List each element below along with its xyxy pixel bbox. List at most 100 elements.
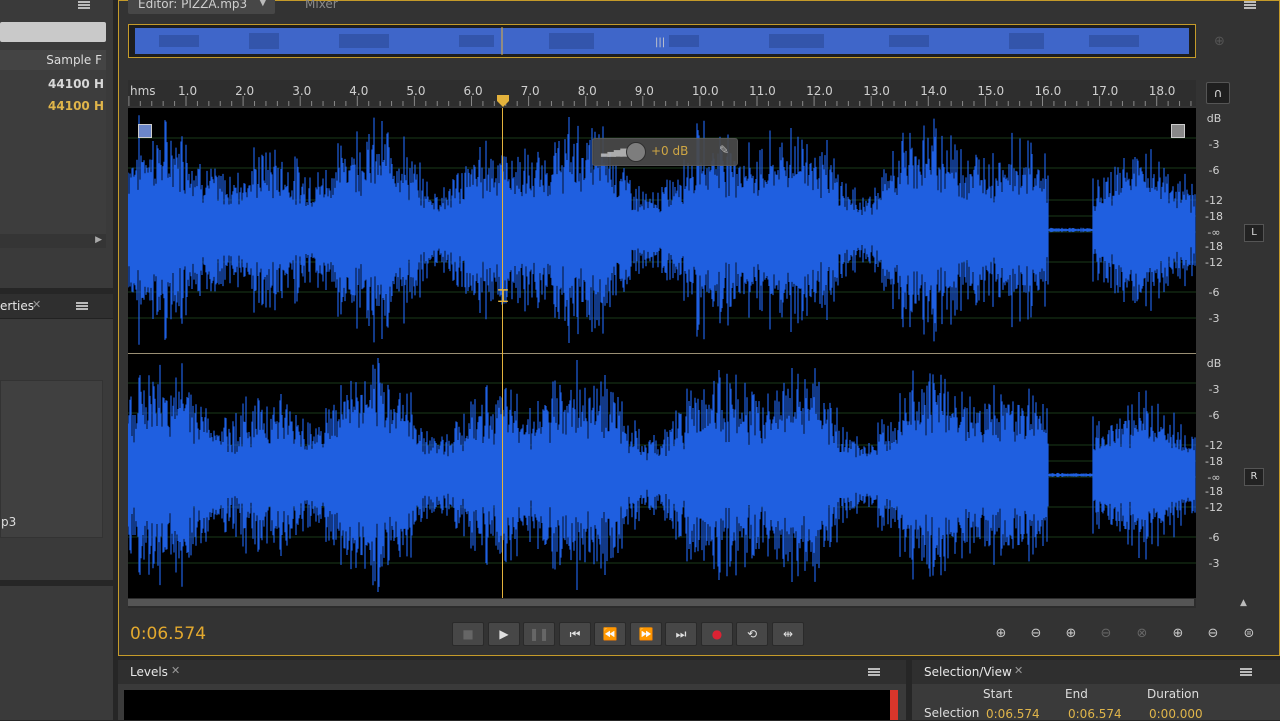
channel-left-button[interactable]: L bbox=[1244, 224, 1264, 242]
files-search-field[interactable] bbox=[0, 22, 106, 42]
properties-panel: erties ✕ p3 bbox=[0, 294, 113, 580]
tab-mixer[interactable]: Mixer bbox=[305, 0, 338, 11]
clip-indicator[interactable] bbox=[890, 690, 898, 720]
chevron-down-icon[interactable]: ▼ bbox=[259, 0, 267, 8]
selection-view-panel: Selection/View ✕ Start End Duration Sele… bbox=[912, 660, 1280, 721]
zoom-out-point-button[interactable]: ⊖ bbox=[1200, 624, 1226, 644]
zoom-out-time-button[interactable]: ⊖ bbox=[1093, 624, 1119, 644]
list-item[interactable]: 44100 H bbox=[0, 96, 106, 116]
end-column-header: End bbox=[1065, 687, 1088, 701]
start-column-header: Start bbox=[983, 687, 1013, 701]
waveform-channel bbox=[128, 358, 1196, 592]
waveform-display[interactable]: Ɪ bbox=[128, 108, 1196, 598]
left-bottom-filler bbox=[0, 586, 113, 720]
scrollbar-thumb[interactable] bbox=[128, 599, 1194, 606]
panel-menu-icon[interactable] bbox=[76, 301, 90, 311]
loop-playback-button[interactable]: ⟲ bbox=[736, 622, 768, 646]
scroll-up-icon[interactable]: ▲ bbox=[1240, 598, 1247, 608]
pin-icon[interactable]: ✎ bbox=[719, 143, 729, 157]
zoom-navigator-icon[interactable]: ⊕ bbox=[1214, 34, 1225, 49]
scroll-right-icon[interactable]: ▶ bbox=[95, 235, 102, 245]
current-time-display[interactable]: 0:06.574 bbox=[130, 624, 206, 644]
zoom-in-time-button[interactable]: ⊕ bbox=[1058, 624, 1084, 644]
files-list: 44100 H 44100 H bbox=[0, 70, 106, 240]
pause-button[interactable]: ❚❚ bbox=[523, 622, 555, 646]
selection-end-value[interactable]: 0:06.574 bbox=[1068, 707, 1122, 721]
close-icon[interactable]: ✕ bbox=[171, 664, 180, 677]
ruler-tick-label: 6.0 bbox=[463, 84, 483, 98]
db-scale-label: -12 bbox=[1205, 256, 1223, 269]
tab-properties[interactable]: erties bbox=[0, 299, 34, 313]
channel-right-button[interactable]: R bbox=[1244, 468, 1264, 486]
files-column-header[interactable]: Sample F bbox=[0, 50, 106, 71]
editor-tab[interactable]: Editor: PIZZA.mp3 ▼ bbox=[128, 0, 275, 14]
db-scale-label: -∞ bbox=[1207, 226, 1221, 239]
db-scale-label: -3 bbox=[1208, 383, 1220, 396]
left-fade-handle-icon[interactable] bbox=[138, 124, 152, 138]
editor-menu-icon[interactable] bbox=[1244, 0, 1258, 10]
list-item[interactable]: 44100 H bbox=[0, 74, 106, 94]
files-horizontal-scrollbar[interactable]: ▶ bbox=[0, 234, 106, 248]
selection-duration-value[interactable]: 0:00.000 bbox=[1149, 707, 1203, 721]
db-scale-label: -6 bbox=[1208, 286, 1220, 299]
skip-selection-button[interactable]: ⇹ bbox=[772, 622, 804, 646]
snap-toggle-button[interactable]: ∩ bbox=[1206, 82, 1230, 104]
go-to-start-button[interactable]: ⏮ bbox=[559, 622, 591, 646]
properties-header: erties ✕ bbox=[0, 294, 113, 319]
db-scale-label: -18 bbox=[1205, 240, 1223, 253]
ruler-tick-label: 11.0 bbox=[749, 84, 776, 98]
zoom-out-amplitude-button[interactable]: ⊖ bbox=[1023, 624, 1049, 644]
ruler-tick-label: 18.0 bbox=[1148, 84, 1176, 98]
db-scale-label: -∞ bbox=[1207, 471, 1221, 484]
sample-rate-value: 44100 H bbox=[48, 99, 104, 113]
fast-forward-button[interactable]: ⏩ bbox=[630, 622, 662, 646]
channel-divider bbox=[128, 353, 1196, 354]
db-scale-label: -3 bbox=[1208, 557, 1220, 570]
hud-gain-control[interactable]: ▂▃▄▅ +0 dB ✎ bbox=[592, 138, 738, 166]
zoom-in-amplitude-button[interactable]: ⊕ bbox=[988, 624, 1014, 644]
db-scale-label: -12 bbox=[1205, 501, 1223, 514]
selection-start-value[interactable]: 0:06.574 bbox=[986, 707, 1040, 721]
duration-column-header: Duration bbox=[1147, 687, 1200, 701]
zoom-in-point-button[interactable]: ⊕ bbox=[1165, 624, 1191, 644]
go-to-end-button[interactable]: ⏭ bbox=[665, 622, 697, 646]
gain-knob[interactable] bbox=[626, 142, 646, 162]
horizontal-scrollbar[interactable] bbox=[128, 598, 1196, 608]
record-button[interactable]: ● bbox=[701, 622, 733, 646]
svg-text:|||: ||| bbox=[655, 37, 665, 48]
play-button[interactable]: ▶ bbox=[488, 622, 520, 646]
overview-waveform: ||| bbox=[135, 27, 1189, 55]
gain-value[interactable]: +0 dB bbox=[651, 144, 688, 158]
ruler-tick-label: 15.0 bbox=[977, 84, 1005, 98]
ruler-tick-label: 16.0 bbox=[1034, 84, 1062, 98]
right-fade-handle-icon[interactable] bbox=[1171, 124, 1185, 138]
levels-header: Levels ✕ bbox=[118, 660, 906, 684]
panel-menu-icon[interactable] bbox=[868, 667, 882, 677]
panel-menu-icon[interactable] bbox=[1240, 667, 1254, 677]
selection-row-label: Selection bbox=[924, 706, 980, 720]
panel-menu-icon[interactable] bbox=[78, 0, 92, 10]
ruler-tick-label: 13.0 bbox=[863, 84, 890, 98]
ruler-tick-label: 9.0 bbox=[634, 84, 654, 98]
close-icon[interactable]: ✕ bbox=[1014, 664, 1023, 677]
text-cursor-icon: Ɪ bbox=[498, 286, 509, 307]
db-scale-label: -12 bbox=[1205, 194, 1223, 207]
db-scale-label: dB bbox=[1206, 357, 1222, 370]
properties-box: p3 bbox=[0, 380, 103, 538]
rewind-button[interactable]: ⏪ bbox=[594, 622, 626, 646]
files-panel: Sample F 44100 H 44100 H ▶ bbox=[0, 0, 113, 288]
zoom-full-button[interactable]: ⊗ bbox=[1129, 624, 1155, 644]
sample-rate-value: 44100 H bbox=[48, 77, 104, 91]
db-scale-label: -3 bbox=[1208, 312, 1220, 325]
tab-selection-view[interactable]: Selection/View bbox=[924, 665, 1012, 679]
overview-navigator[interactable]: ||| bbox=[128, 24, 1196, 58]
levels-panel: Levels ✕ bbox=[118, 660, 906, 720]
tab-levels[interactable]: Levels bbox=[130, 665, 168, 679]
close-icon[interactable]: ✕ bbox=[32, 298, 41, 311]
playhead-handle[interactable] bbox=[497, 92, 509, 107]
zoom-selection-button[interactable]: ⊜ bbox=[1236, 624, 1262, 644]
ruler-tick-label: 14.0 bbox=[920, 84, 948, 98]
stop-button[interactable]: ■ bbox=[452, 622, 484, 646]
ruler-tick-label: 5.0 bbox=[406, 84, 426, 98]
file-name-stub: p3 bbox=[1, 515, 17, 529]
